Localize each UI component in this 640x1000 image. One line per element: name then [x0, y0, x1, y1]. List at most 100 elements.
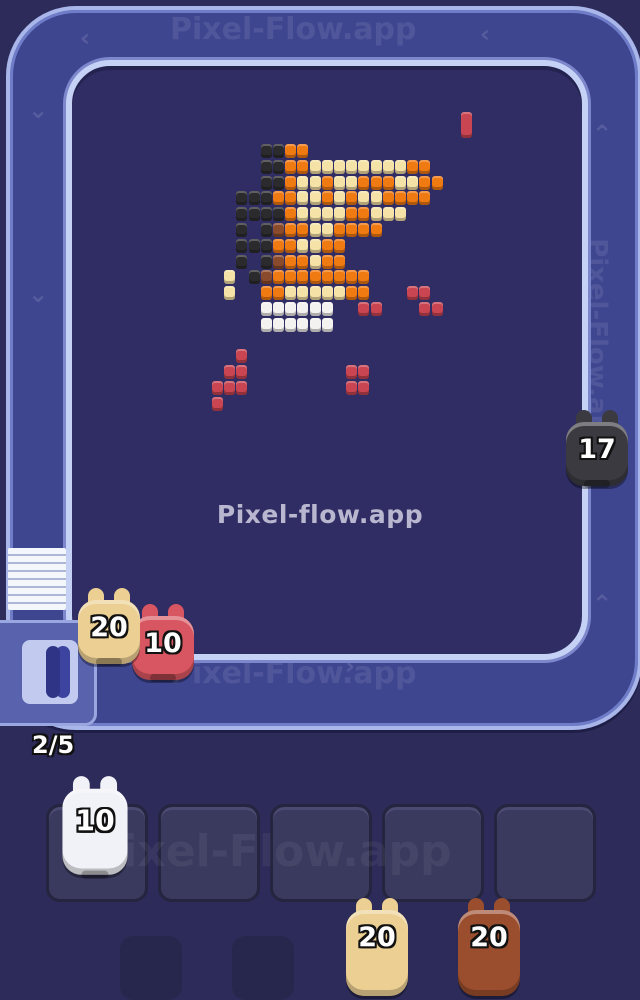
pixel-block [236, 381, 248, 395]
pixel-block [407, 159, 419, 174]
pixel-block [236, 207, 248, 222]
pig-feet [81, 870, 109, 879]
pixel-block [273, 254, 284, 269]
shooter-tan[interactable]: 20 [74, 588, 144, 666]
queue-counter: 2/5 [32, 731, 75, 759]
queue-shooter-brown[interactable]: 20 [454, 898, 524, 996]
shooter-ammo: 20 [90, 612, 128, 643]
pixel-block [346, 286, 358, 301]
pixel-block [321, 223, 333, 237]
pixel-block [382, 191, 394, 206]
pixel-block [358, 286, 370, 301]
pixel-block [285, 223, 297, 237]
pixel-block [260, 286, 272, 301]
queue-placeholder [120, 936, 182, 1000]
pixel-block [212, 381, 223, 395]
pixel-block [382, 159, 394, 174]
shooter-black[interactable]: 17 [562, 410, 632, 488]
pixel-block [370, 159, 382, 174]
pixel-block [285, 270, 297, 285]
pixel-block [321, 238, 333, 253]
pixel-block [285, 254, 297, 269]
pixel-block [334, 207, 345, 222]
pixel-block [419, 191, 431, 206]
pixel-block [260, 254, 272, 269]
pixel-block [346, 159, 358, 174]
pixel-block [309, 175, 321, 190]
pixel-block [236, 349, 248, 364]
pixel-block [285, 238, 297, 253]
pixel-block [297, 223, 309, 237]
pixel-block [321, 302, 333, 316]
pixel-block [321, 254, 333, 269]
pixel-block [297, 302, 309, 316]
pixel-block [285, 207, 297, 222]
pixel-block [346, 365, 358, 380]
pixel-block [321, 207, 333, 222]
pixel-block [273, 207, 284, 222]
pixel-block [321, 286, 333, 301]
pixel-block [212, 396, 223, 411]
pixel-block [407, 175, 419, 190]
pixel-block [309, 286, 321, 301]
pixel-block [370, 207, 382, 222]
pixel-block [285, 302, 297, 316]
pixel-block [382, 175, 394, 190]
pixel-block [236, 365, 248, 380]
pixel-block [297, 207, 309, 222]
pixel-block [370, 302, 382, 316]
pixel-block [297, 270, 309, 285]
pixel-block [260, 175, 272, 190]
pixel-block [309, 270, 321, 285]
pixel-block [309, 159, 321, 174]
slot-5[interactable] [494, 804, 596, 902]
pixel-block [419, 175, 431, 190]
pixel-block [321, 175, 333, 190]
pixel-block [419, 286, 431, 301]
pixel-block [334, 286, 345, 301]
pixel-block [273, 238, 284, 253]
pixel-block [260, 238, 272, 253]
pixel-block [297, 238, 309, 253]
pixel-block [461, 112, 472, 138]
pixel-block [346, 191, 358, 206]
pixel-block [273, 286, 284, 301]
shooter-ammo: 17 [578, 434, 616, 465]
pig-feet [150, 674, 176, 682]
pixel-block [309, 317, 321, 332]
track-ramp [8, 548, 66, 610]
shooter-ammo: 20 [358, 922, 396, 953]
pixel-block [224, 286, 236, 301]
pixel-block [358, 381, 370, 395]
queue-shooter-tan[interactable]: 20 [342, 898, 412, 996]
pixel-block [431, 175, 443, 190]
pixel-block [358, 223, 370, 237]
pixel-block [285, 144, 297, 158]
pixel-block [346, 223, 358, 237]
pixel-block [370, 175, 382, 190]
pixel-block [224, 381, 236, 395]
pixel-block [273, 159, 284, 174]
pixel-block [346, 175, 358, 190]
pixel-block [285, 175, 297, 190]
pixel-block [321, 159, 333, 174]
pixel-block [285, 286, 297, 301]
pixel-block [309, 191, 321, 206]
pixel-block [382, 207, 394, 222]
pixel-block [236, 191, 248, 206]
pixel-block [260, 191, 272, 206]
pixel-block [419, 159, 431, 174]
pixel-block [248, 207, 260, 222]
pixel-block [224, 270, 236, 285]
pixel-block [309, 223, 321, 237]
pig-feet [584, 480, 610, 488]
pixel-block [334, 159, 345, 174]
pixel-block [334, 191, 345, 206]
pixel-block [334, 238, 345, 253]
pixel-block [260, 302, 272, 316]
pixel-block [297, 175, 309, 190]
pixel-block [260, 270, 272, 285]
held-shooter-white[interactable]: 10 [58, 776, 132, 879]
pixel-block [236, 238, 248, 253]
pixel-block [297, 254, 309, 269]
